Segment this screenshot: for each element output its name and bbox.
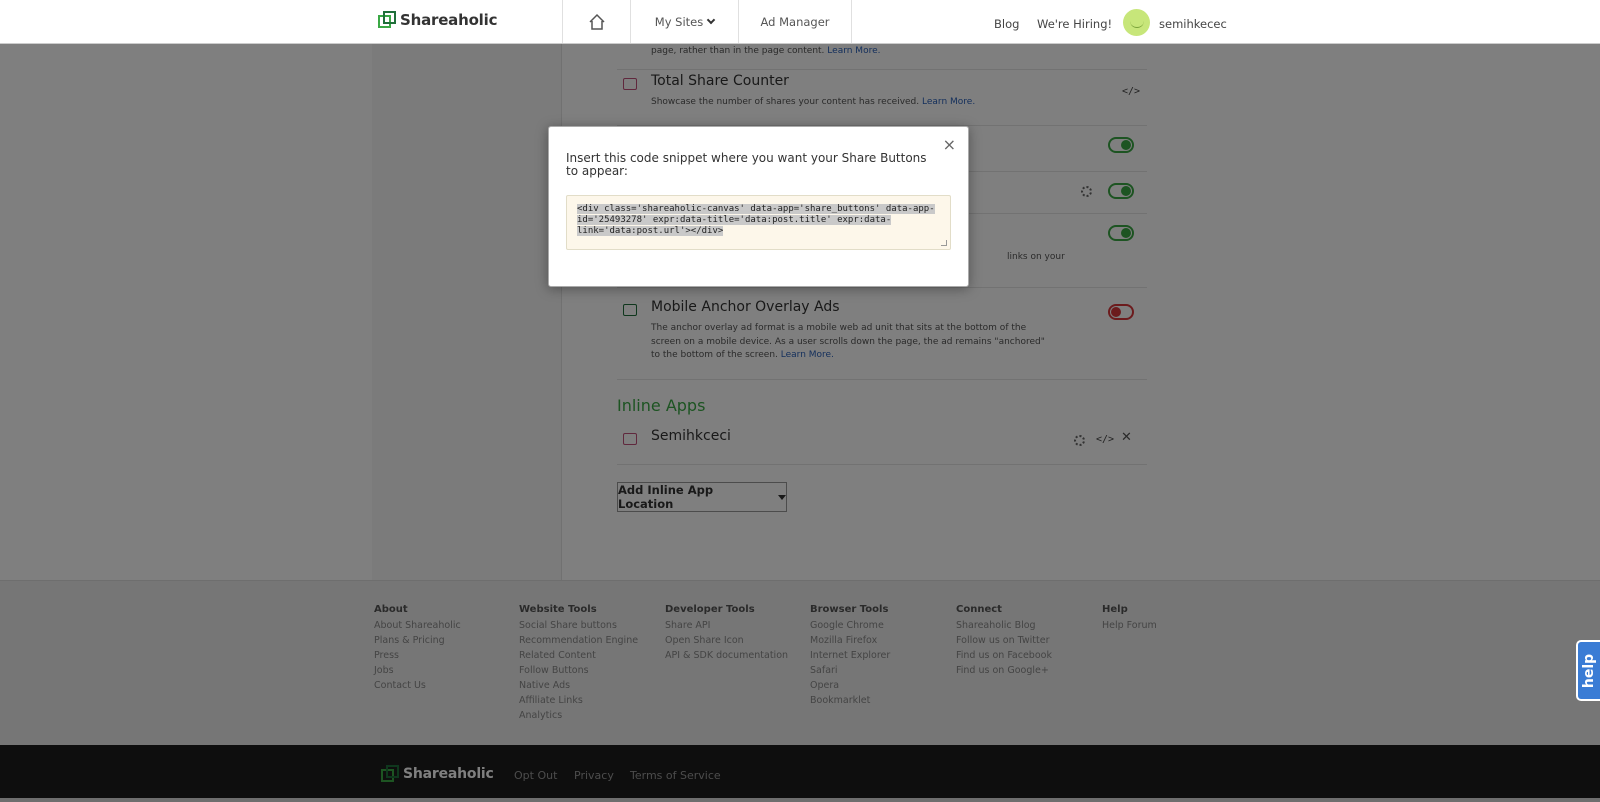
chevron-down-icon <box>706 15 716 24</box>
help-tab[interactable]: help <box>1576 640 1600 701</box>
nav-my-sites-label: My Sites <box>654 14 704 29</box>
nav-ad-manager-label: Ad Manager <box>760 14 830 29</box>
nav-ad-manager[interactable]: Ad Manager <box>738 0 852 43</box>
home-icon <box>588 13 605 30</box>
avatar[interactable] <box>1123 9 1150 36</box>
brand-logo[interactable]: Shareaholic <box>378 11 497 29</box>
help-tab-label: help <box>1581 653 1598 688</box>
nav-my-sites[interactable]: My Sites <box>630 0 738 43</box>
blog-link[interactable]: Blog <box>994 17 1019 31</box>
username[interactable]: semihkecec <box>1159 17 1227 31</box>
code-snippet-modal: × Insert this code snippet where you wan… <box>548 126 969 287</box>
close-icon[interactable]: × <box>943 135 956 154</box>
smiley-icon <box>1129 21 1144 28</box>
hiring-link[interactable]: We're Hiring! <box>1037 17 1112 31</box>
resize-handle-icon[interactable] <box>941 240 947 246</box>
brand-name: Shareaholic <box>400 11 498 29</box>
code-snippet-text: <div class='shareaholic-canvas' data-app… <box>577 204 935 236</box>
top-navbar: Shareaholic My Sites Ad Manager Blog We'… <box>0 0 1600 44</box>
nav-home[interactable] <box>562 0 630 43</box>
modal-instructions: Insert this code snippet where you want … <box>566 151 927 178</box>
code-snippet-textarea[interactable]: <div class='shareaholic-canvas' data-app… <box>566 195 951 250</box>
shareaholic-logo-icon <box>378 11 396 29</box>
